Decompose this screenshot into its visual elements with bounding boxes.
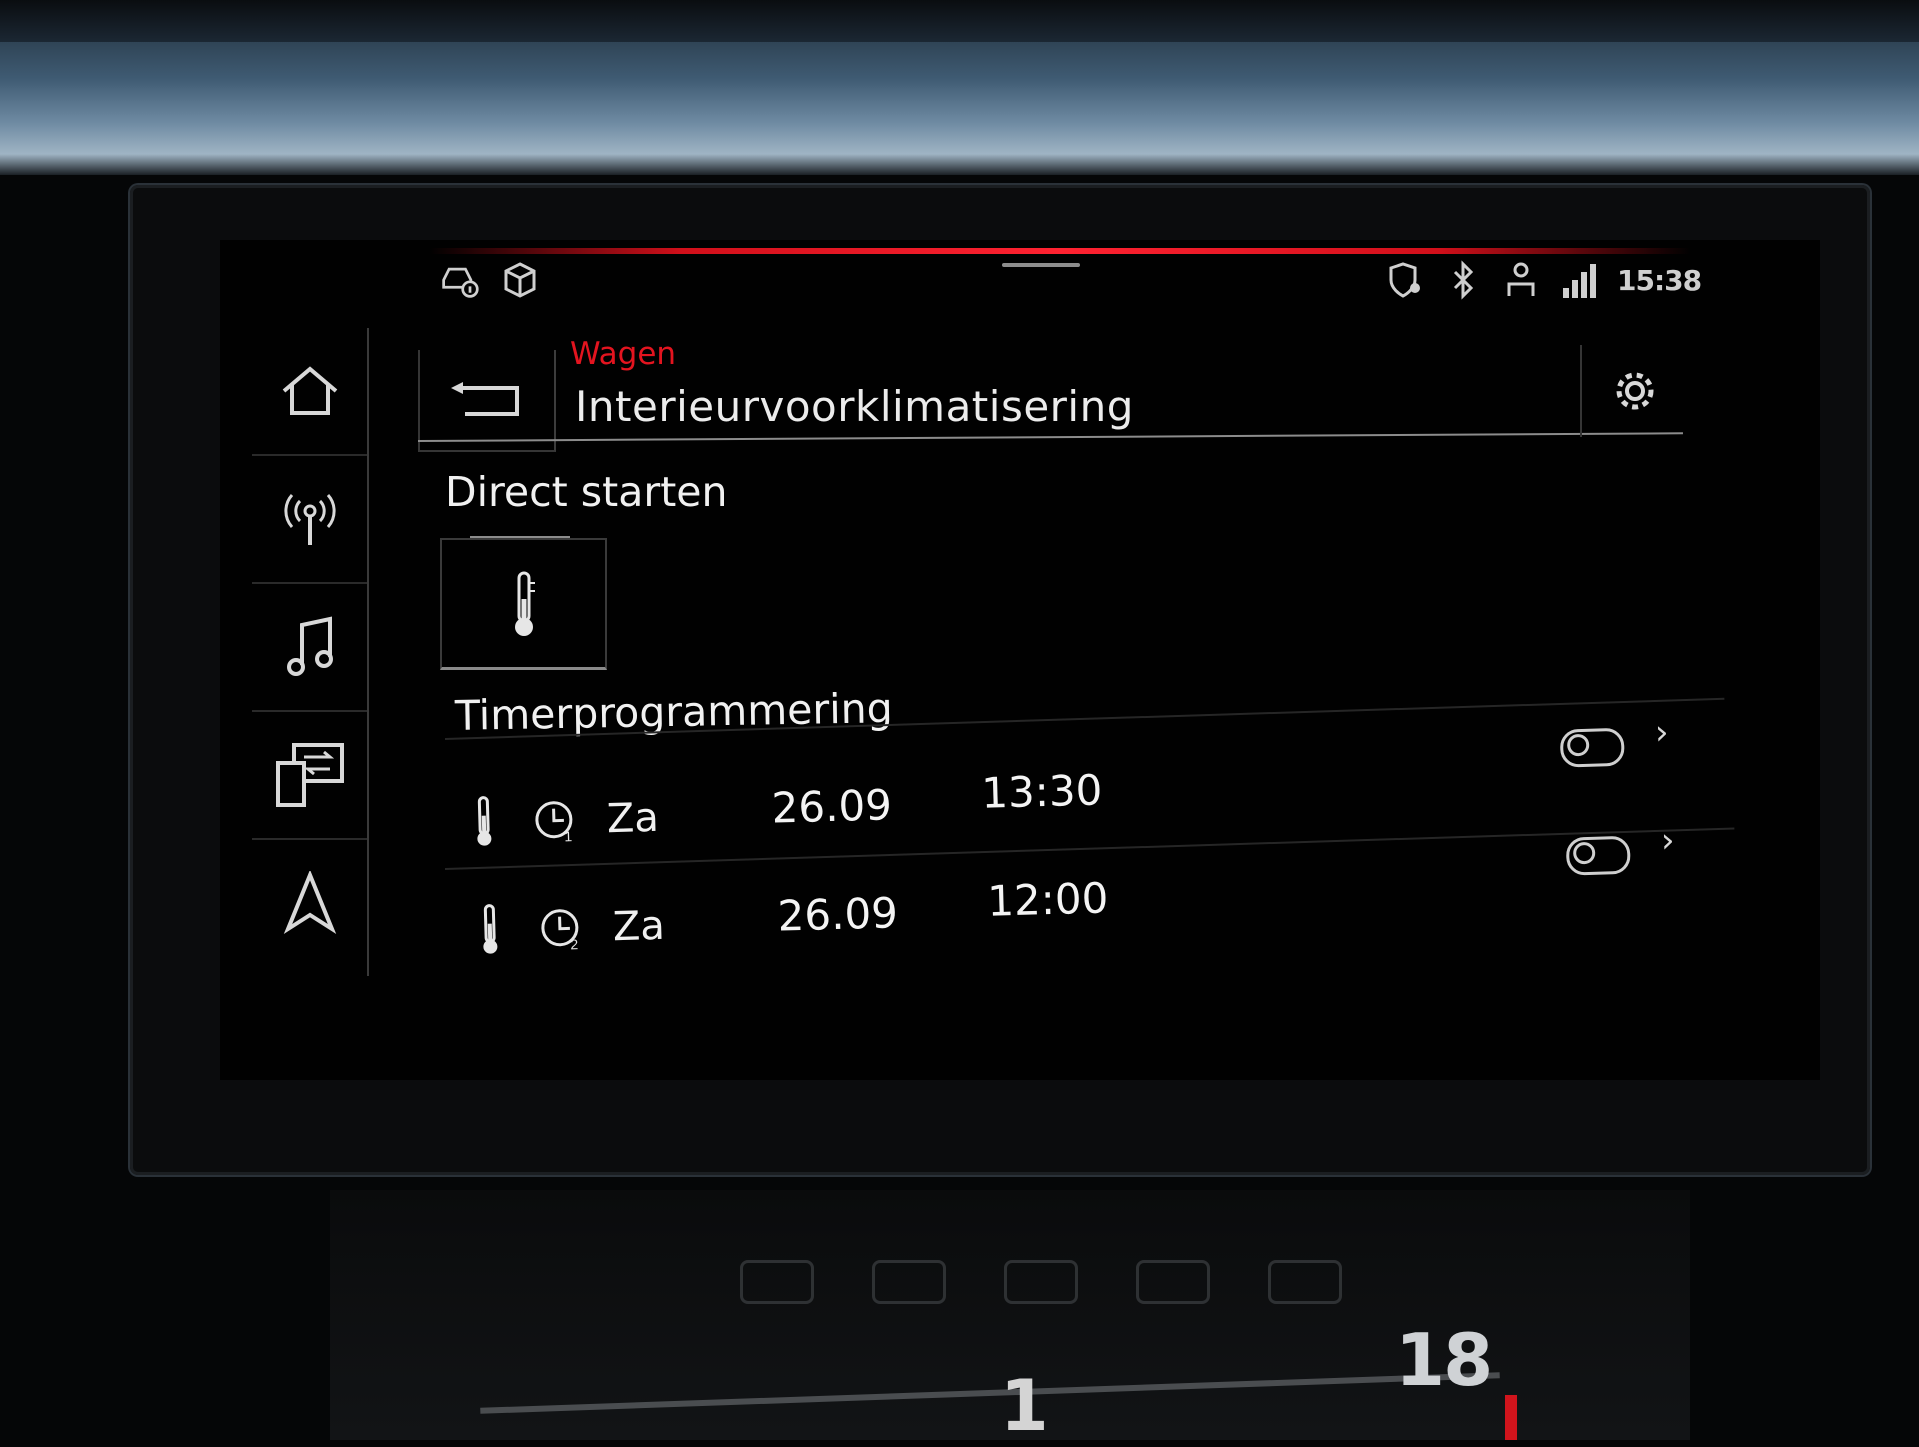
- timer-clock-icon: 1: [535, 801, 573, 844]
- svg-text:2: 2: [570, 936, 578, 952]
- timer-time: 13:30: [980, 765, 1103, 818]
- breadcrumb[interactable]: Wagen: [570, 336, 676, 372]
- notification-pull-handle[interactable]: [1002, 263, 1080, 267]
- chevron-right-icon[interactable]: ›: [1660, 821, 1675, 861]
- phone-connect-icon: [275, 743, 344, 807]
- music-icon: [286, 616, 333, 676]
- thermometer-icon: [477, 796, 492, 846]
- media-button[interactable]: [252, 584, 367, 712]
- settings-button[interactable]: [1580, 345, 1687, 437]
- home-icon: [282, 366, 337, 415]
- timer-day: Za: [606, 794, 660, 843]
- direct-start-button[interactable]: [440, 538, 607, 670]
- signal-icon: [1559, 258, 1599, 302]
- seat-heat-icon[interactable]: [740, 1260, 814, 1304]
- status-right: 15:38: [1385, 258, 1702, 302]
- status-clock: 15:38: [1617, 263, 1702, 297]
- timer-1-toggle[interactable]: [1559, 727, 1625, 768]
- user-icon: [1501, 258, 1541, 302]
- cube-icon[interactable]: [500, 258, 540, 302]
- svg-text:1: 1: [564, 828, 572, 844]
- direct-start-heading: Direct starten: [445, 468, 728, 516]
- temperature-indicator: [1505, 1395, 1517, 1440]
- recirculation-icon[interactable]: [1268, 1260, 1342, 1304]
- rear-defrost-icon[interactable]: [1004, 1260, 1078, 1304]
- back-arrow-icon: [451, 382, 519, 416]
- timer-date: 26.09: [770, 780, 893, 833]
- back-button[interactable]: [418, 350, 556, 452]
- thermometer-icon: [514, 571, 535, 636]
- radio-antenna-icon: [283, 494, 336, 545]
- airflow-icon[interactable]: [1136, 1260, 1210, 1304]
- climate-buttons: [740, 1260, 1342, 1304]
- air-vent: [0, 0, 1919, 42]
- bluetooth-icon: [1443, 258, 1483, 302]
- navigation-button[interactable]: [252, 840, 367, 966]
- status-accent-bar: [430, 248, 1690, 254]
- timer-clock-icon: 2: [541, 909, 579, 952]
- timer-time: 12:00: [986, 873, 1109, 926]
- timer-date: 26.09: [776, 888, 899, 941]
- car-info-icon[interactable]: [440, 258, 480, 302]
- fan-icon[interactable]: [872, 1260, 946, 1304]
- navigation-icon: [283, 871, 336, 935]
- main-menu-sidebar: [252, 328, 369, 976]
- console-fan-level: 1: [1000, 1365, 1049, 1447]
- radio-button[interactable]: [252, 456, 367, 584]
- page-title: Interieurvoorklimatisering: [575, 382, 1134, 431]
- phone-button[interactable]: [252, 712, 367, 840]
- console-temperature: 18: [1395, 1318, 1493, 1402]
- thermometer-icon: [483, 904, 498, 954]
- status-left: [440, 258, 540, 302]
- chevron-right-icon[interactable]: ›: [1654, 713, 1669, 753]
- timer-2-toggle[interactable]: [1565, 835, 1631, 876]
- home-button[interactable]: [252, 328, 367, 456]
- gear-icon: [1616, 372, 1653, 410]
- location-shield-icon: [1385, 258, 1425, 302]
- timer-day: Za: [612, 902, 666, 951]
